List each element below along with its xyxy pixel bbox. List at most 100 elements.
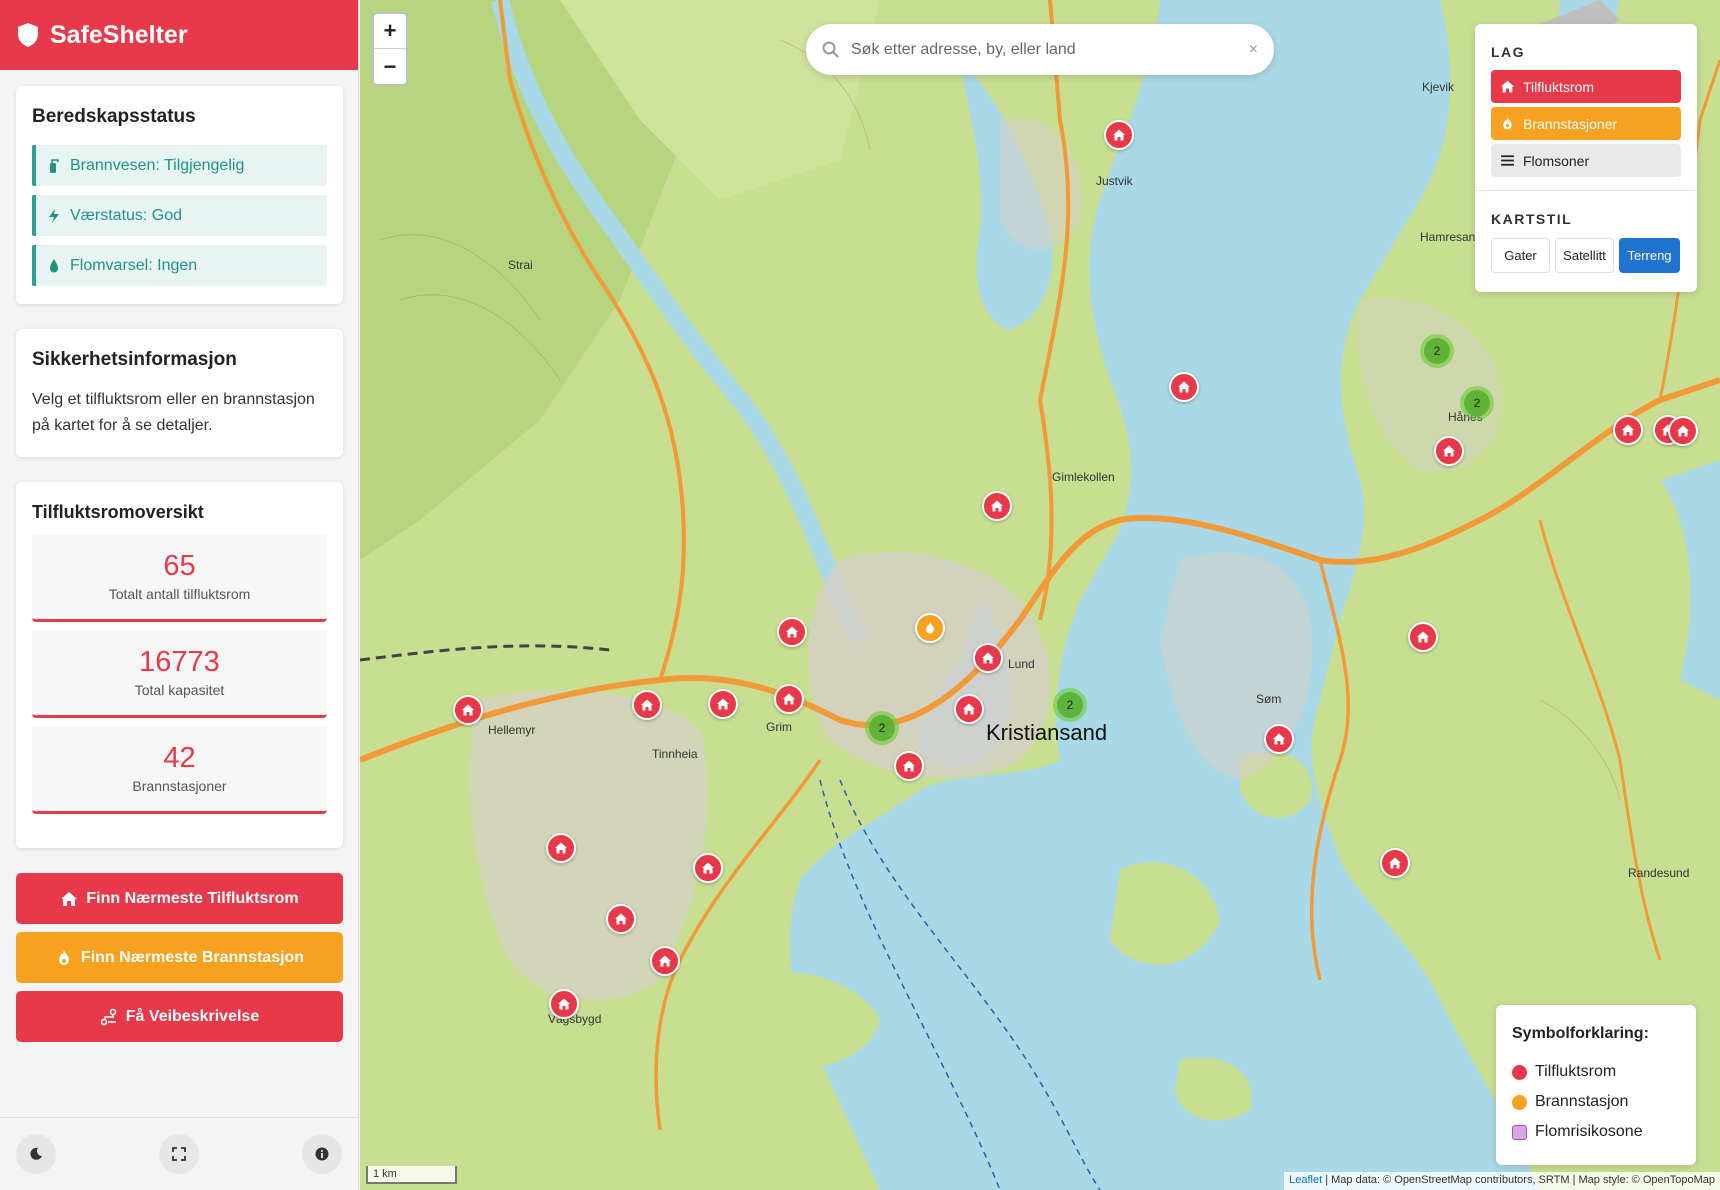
shelter-marker[interactable] [1380, 848, 1410, 878]
home-icon [1677, 425, 1689, 437]
shelter-marker[interactable] [982, 491, 1012, 521]
shelter-marker[interactable] [954, 694, 984, 724]
clear-search-button[interactable]: × [1249, 41, 1258, 59]
layer-label: Brannstasjoner [1523, 115, 1618, 132]
button-label: Finn Nærmeste Tilfluktsrom [86, 889, 299, 907]
home-icon [991, 500, 1003, 512]
marker-cluster[interactable]: 2 [1053, 688, 1087, 722]
marker-cluster[interactable]: 2 [1420, 334, 1454, 368]
layer-label: Tilfluktsrom [1523, 78, 1595, 95]
status-fire-department: Brannvesen: Tilgjengelig [32, 145, 327, 186]
shelter-marker[interactable] [606, 904, 636, 934]
cluster-count: 2 [1464, 390, 1490, 416]
status-flood: Flomvarsel: Ingen [32, 245, 327, 286]
preparedness-status-card: Beredskapsstatus Brannvesen: Tilgjengeli… [16, 86, 343, 304]
shelter-marker[interactable] [1104, 120, 1134, 150]
home-icon [641, 699, 653, 711]
info-text: Velg et tilfluktsrom eller en brannstasj… [32, 391, 315, 434]
shelter-marker[interactable] [774, 684, 804, 714]
attribution-text: | Map data: © OpenStreetMap contributors… [1322, 1174, 1715, 1186]
home-icon [963, 703, 975, 715]
layers-title: LAG [1491, 44, 1526, 60]
fullscreen-icon [172, 1147, 186, 1161]
find-nearest-shelter-button[interactable]: Finn Nærmeste Tilfluktsrom [16, 873, 343, 924]
search-icon [822, 41, 839, 58]
home-icon [1389, 857, 1401, 869]
stat-value: 42 [163, 742, 196, 774]
stat-value: 65 [163, 550, 196, 582]
zoom-out-button[interactable]: − [374, 49, 406, 84]
home-icon [1273, 733, 1285, 745]
find-nearest-fire-station-button[interactable]: Finn Nærmeste Brannstasjon [16, 932, 343, 983]
search-input[interactable] [851, 40, 1237, 59]
home-icon [783, 693, 795, 705]
fire-extinguisher-icon [50, 158, 59, 173]
shelter-marker[interactable] [1434, 436, 1464, 466]
home-icon [615, 913, 627, 925]
route-icon [100, 1008, 117, 1025]
button-label: Få Veibeskrivelse [125, 1007, 260, 1025]
layer-toggle-fire-stations[interactable]: Brannstasjoner [1491, 107, 1681, 140]
red-dot-icon [1512, 1064, 1527, 1080]
divider [1475, 190, 1697, 191]
shelter-marker[interactable] [1408, 622, 1438, 652]
fire-icon [926, 622, 934, 634]
layer-label: Flomsoner [1523, 152, 1590, 169]
shelter-marker[interactable] [632, 690, 662, 720]
shelter-marker[interactable] [1264, 724, 1294, 754]
map-label-tinnheia: Tinnheia [652, 747, 698, 761]
shelter-marker[interactable] [894, 751, 924, 781]
cluster-count: 2 [1424, 338, 1450, 364]
home-icon [1501, 80, 1514, 93]
shelter-marker[interactable] [973, 643, 1003, 673]
layer-toggle-flood-zones[interactable]: Flomsoner [1491, 144, 1681, 177]
shelter-marker[interactable] [708, 689, 738, 719]
water-icon [1501, 155, 1514, 166]
cluster-count: 2 [869, 715, 895, 741]
stat-label: Brannstasjoner [132, 778, 227, 794]
status-text: Flomvarsel: Ingen [70, 256, 198, 274]
zoom-control: + − [372, 12, 408, 86]
legend-item-fire-station: Brannstasjon [1512, 1093, 1680, 1111]
shelter-marker[interactable] [1613, 415, 1643, 445]
map-label-randesund: Randesund [1628, 866, 1690, 880]
map-attribution: Leaflet | Map data: © OpenStreetMap cont… [1284, 1172, 1720, 1190]
map-style-streets[interactable]: Gater [1491, 238, 1550, 273]
stat-fire-stations: 42 Brannstasjoner [32, 727, 327, 814]
dark-mode-button[interactable] [16, 1134, 56, 1174]
map-style-title: KARTSTIL [1491, 211, 1573, 227]
shelter-marker[interactable] [549, 989, 579, 1019]
sidebar: SafeShelter Beredskapsstatus Brannvesen:… [0, 0, 359, 1190]
home-icon [786, 626, 798, 638]
stat-total-capacity: 16773 Total kapasitet [32, 631, 327, 718]
map-style-satellite[interactable]: Satellitt [1555, 238, 1614, 273]
zoom-in-button[interactable]: + [374, 14, 406, 49]
shelter-marker[interactable] [1668, 416, 1698, 446]
fullscreen-button[interactable] [159, 1134, 199, 1174]
layer-toggle-shelters[interactable]: Tilfluktsrom [1491, 70, 1681, 103]
map-style-options: Gater Satellitt Terreng [1491, 238, 1681, 273]
get-directions-button[interactable]: Få Veibeskrivelse [16, 991, 343, 1042]
info-button[interactable] [302, 1134, 342, 1174]
shelter-marker[interactable] [650, 946, 680, 976]
flood-zone-swatch-icon [1512, 1124, 1527, 1140]
shelter-marker[interactable] [693, 853, 723, 883]
marker-cluster[interactable]: 2 [865, 711, 899, 745]
leaflet-link[interactable]: Leaflet [1289, 1174, 1322, 1186]
map-style-terrain[interactable]: Terreng [1619, 238, 1680, 273]
shelter-marker[interactable] [777, 617, 807, 647]
map-view[interactable]: Kristiansand Justvik Gimlekollen Lund Gr… [360, 0, 1720, 1190]
marker-cluster[interactable]: 2 [1460, 386, 1494, 420]
fire-station-marker[interactable] [915, 613, 945, 643]
cluster-count: 2 [1057, 692, 1083, 718]
shelter-marker[interactable] [453, 695, 483, 725]
overview-title: Tilfluktsromoversikt [32, 502, 204, 522]
map-label-grim: Grim [766, 720, 792, 734]
home-icon [462, 704, 474, 716]
shelter-marker[interactable] [546, 833, 576, 863]
droplet-icon [50, 258, 58, 272]
info-icon [315, 1147, 329, 1161]
home-icon [1622, 424, 1634, 436]
shelter-marker[interactable] [1169, 372, 1199, 402]
app-header: SafeShelter [0, 0, 358, 70]
